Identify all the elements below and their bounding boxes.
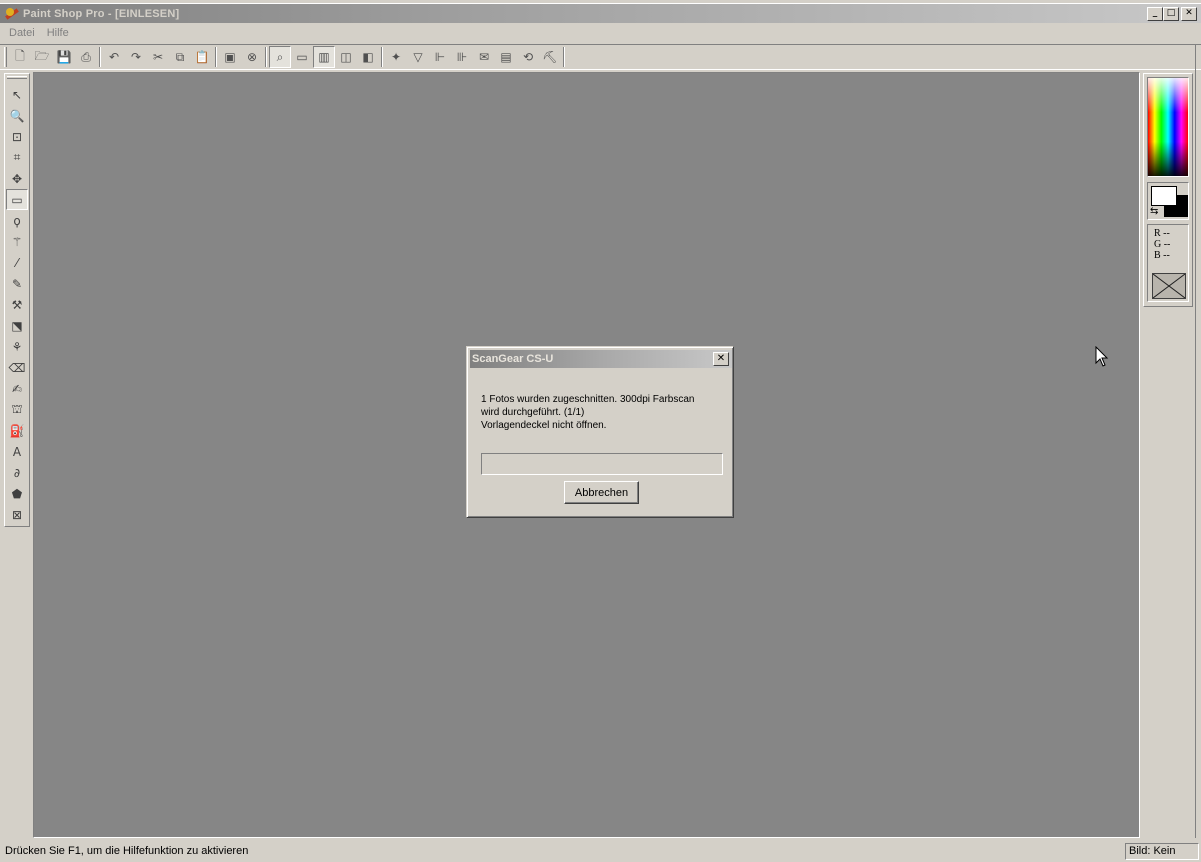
dialog-close-button[interactable]: ✕ — [713, 352, 729, 366]
rgb-green-value: G -- — [1154, 239, 1171, 250]
picture-tube-tool-icon[interactable]: ✍ — [6, 378, 28, 399]
rotate-icon[interactable]: ⟲ — [517, 46, 539, 68]
copy-icon[interactable]: ⧉ — [169, 46, 191, 68]
view-icon[interactable]: ▣ — [219, 46, 241, 68]
toggle-style-bar-icon[interactable]: ▭ — [291, 46, 313, 68]
dialog-message-line: Vorlagendeckel nicht öffnen. — [481, 420, 607, 431]
brush-settings-icon[interactable]: ⛏ — [539, 46, 561, 68]
zoom-tool-icon[interactable]: 🔍 — [6, 105, 28, 126]
toolbar-separator — [215, 47, 217, 67]
rgb-blue-value: B -- — [1154, 250, 1170, 261]
align-icon[interactable]: ⊩ — [429, 46, 451, 68]
arrow-tool-icon[interactable]: ↖ — [6, 84, 28, 105]
maximize-button[interactable]: □ — [1163, 6, 1179, 21]
dialog-message-line: 1 Fotos wurden zugeschnitten. 300dpi Far… — [481, 394, 695, 405]
window-title: Paint Shop Pro - [EINLESEN] — [23, 7, 180, 20]
menu-bar: Datei Hilfe — [0, 24, 1201, 42]
filter-icon[interactable]: ▽ — [407, 46, 429, 68]
lasso-tool-icon[interactable]: ϙ — [6, 210, 28, 231]
toggle-tool-palette-icon[interactable]: ⌕ — [269, 46, 291, 68]
scanner-icon[interactable]: ▤ — [495, 46, 517, 68]
foreground-color-swatch[interactable] — [1151, 186, 1177, 206]
cut-icon[interactable]: ✂ — [147, 46, 169, 68]
rgb-red-value: R -- — [1154, 228, 1170, 239]
move-tool-icon[interactable]: ✥ — [6, 168, 28, 189]
draw-tool-icon[interactable]: ∂ — [6, 462, 28, 483]
status-image-info: Bild: Kein — [1125, 842, 1199, 860]
window-controls: _ □ ✕ — [1147, 6, 1197, 21]
dialog-title: ScanGear CS-U — [472, 353, 554, 365]
deformation-tool-icon[interactable]: ⊡ — [6, 126, 28, 147]
scangear-dialog: ScanGear CS-U ✕ 1 Fotos wurden zugeschni… — [466, 346, 734, 518]
toolbar-separator — [381, 47, 383, 67]
toolbar-grip[interactable] — [4, 47, 7, 67]
mouse-cursor-icon — [1095, 346, 1109, 367]
menu-hilfe[interactable]: Hilfe — [41, 27, 75, 39]
open-icon[interactable]: 🗁 — [31, 46, 53, 68]
text-tool-icon[interactable]: A — [6, 441, 28, 462]
color-swatches: ⇆ — [1147, 182, 1189, 220]
object-selector-tool-icon[interactable]: ⊠ — [6, 504, 28, 525]
swap-colors-icon[interactable]: ⇆ — [1150, 207, 1158, 217]
toggle-layers-icon[interactable]: ◧ — [357, 46, 379, 68]
dialog-message-line: wird durchgeführt. (1/1) — [481, 407, 585, 418]
new-icon[interactable]: 🗋 — [9, 46, 31, 68]
toolbar-separator — [99, 47, 101, 67]
toggle-histogram-icon[interactable]: ◫ — [335, 46, 357, 68]
paintbrush-tool-icon[interactable]: ✎ — [6, 273, 28, 294]
save-icon[interactable]: 💾 — [53, 46, 75, 68]
right-edge — [1195, 44, 1201, 838]
paint-shop-pro-icon[interactable] — [4, 6, 20, 22]
browse-icon[interactable]: ⊗ — [241, 46, 263, 68]
print-icon[interactable]: ⎙ — [75, 46, 97, 68]
dialog-message: 1 Fotos wurden zugeschnitten. 300dpi Far… — [481, 393, 721, 432]
mail-icon[interactable]: ✉ — [473, 46, 495, 68]
tool-palette-grip[interactable] — [7, 76, 27, 79]
flood-fill-tool-icon[interactable]: ⛽ — [6, 420, 28, 441]
cancel-button[interactable]: Abbrechen — [564, 481, 639, 504]
distribute-icon[interactable]: ⊪ — [451, 46, 473, 68]
title-bar[interactable]: Paint Shop Pro - [EINLESEN] _ □ ✕ — [0, 4, 1201, 23]
redo-icon[interactable]: ↷ — [125, 46, 147, 68]
selection-tool-icon[interactable]: ▭ — [6, 189, 28, 210]
standard-toolbar: 🗋 🗁 💾 ⎙ ↶ ↷ ✂ ⧉ 📋 ▣ ⊗ ⌕ ▭ ▥ ◫ ◧ ✦ ▽ ⊩ ⊪ … — [0, 44, 1201, 70]
toolbar-separator — [563, 47, 565, 67]
status-bar: Drücken Sie F1, um die Hilfefunktion zu … — [0, 840, 1201, 862]
close-button[interactable]: ✕ — [1181, 6, 1197, 21]
retouch-tool-icon[interactable]: ⚘ — [6, 336, 28, 357]
toggle-color-palette-icon[interactable]: ▥ — [313, 46, 335, 68]
crop-tool-icon[interactable]: ⌗ — [6, 147, 28, 168]
airbrush-tool-icon[interactable]: ⛫ — [6, 399, 28, 420]
dialog-title-bar[interactable]: ScanGear CS-U ✕ — [470, 350, 732, 368]
eraser-tool-icon[interactable]: ⌫ — [6, 357, 28, 378]
menu-datei[interactable]: Datei — [3, 27, 41, 39]
undo-icon[interactable]: ↶ — [103, 46, 125, 68]
paste-icon[interactable]: 📋 — [191, 46, 213, 68]
toolbar-separator — [265, 47, 267, 67]
color-palette: ⇆ R -- G -- B -- — [1143, 73, 1193, 307]
magic-wand-tool-icon[interactable]: ⚚ — [6, 231, 28, 252]
status-hint: Drücken Sie F1, um die Hilfefunktion zu … — [5, 845, 249, 857]
minimize-button[interactable]: _ — [1147, 6, 1163, 21]
rgb-readout: R -- G -- B -- — [1147, 224, 1189, 302]
no-style-swatch-icon[interactable] — [1152, 273, 1186, 299]
scan-progress-bar — [481, 453, 723, 475]
tool-palette: ↖ 🔍 ⊡ ⌗ ✥ ▭ ϙ ⚚ ⁄ ✎ ⚒ ⬔ ⚘ ⌫ ✍ ⛫ ⛽ A ∂ ⬟ … — [4, 73, 30, 527]
color-replacer-tool-icon[interactable]: ⬔ — [6, 315, 28, 336]
color-spectrum[interactable] — [1147, 77, 1189, 177]
clone-brush-tool-icon[interactable]: ⚒ — [6, 294, 28, 315]
preset-shapes-tool-icon[interactable]: ⬟ — [6, 483, 28, 504]
magic-icon[interactable]: ✦ — [385, 46, 407, 68]
dropper-tool-icon[interactable]: ⁄ — [6, 252, 28, 273]
